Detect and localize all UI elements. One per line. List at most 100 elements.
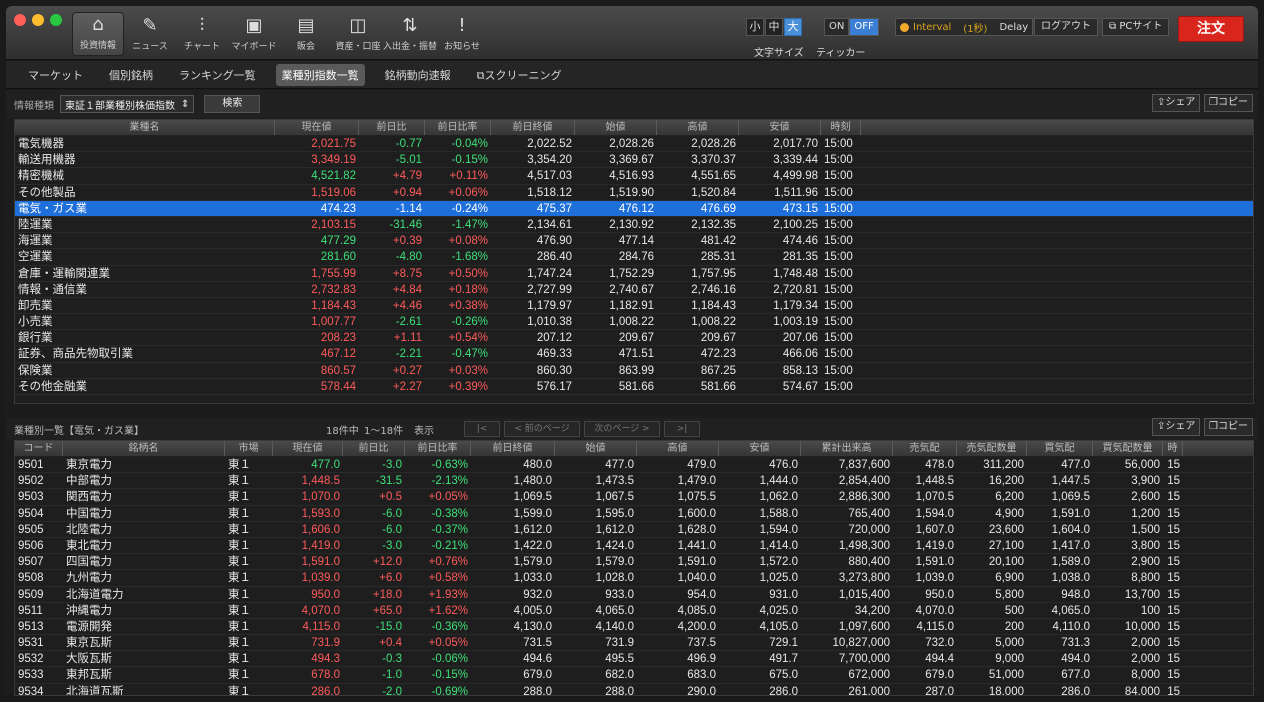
column-header[interactable]: 始値 <box>575 120 657 135</box>
column-header[interactable]: 前日終値 <box>471 441 555 456</box>
column-header[interactable]: 銘柄名 <box>63 441 225 456</box>
delay-label[interactable]: Delay <box>999 22 1028 33</box>
pc-site-button[interactable]: ⧉ PCサイト <box>1102 18 1170 36</box>
nav-assets[interactable]: ◫ 資産・口座 <box>332 12 384 56</box>
value-cell: 476.0 <box>769 459 798 471</box>
table-row[interactable]: 9501 東京電力 東１ 477.0 -3.0 -0.63% 480.0 477.0 479.0… <box>15 457 1253 474</box>
table-row[interactable]: 9534 北海道瓦斯 東１ 286.0 -2.0 -0.69% 288.0 288.0 290.… <box>15 684 1253 696</box>
table-row[interactable]: 倉庫・運輸関連業 1,755.99 +8.75 +0.50% 1,747.24 1,752… <box>15 266 1253 282</box>
table-row[interactable]: 9531 東京瓦斯 東１ 731.9 +0.4 +0.05% 731.5 731.9 737.5… <box>15 635 1253 652</box>
next-page-button[interactable]: 次のページ > <box>584 421 660 437</box>
column-header[interactable]: 前日比 <box>343 441 405 456</box>
logout-button[interactable]: ログアウト <box>1034 18 1098 36</box>
value-cell: 933.0 <box>605 588 634 601</box>
interval-control[interactable]: Interval (1秒) Delay <box>895 18 1034 36</box>
table-row[interactable]: 精密機械 4,521.82 +4.79 +0.11% 4,517.03 4,516.93 4… <box>15 168 1253 185</box>
table-row[interactable]: 証券、商品先物取引業 467.12 -2.21 -0.47% 469.33 471.51 4… <box>15 346 1253 363</box>
nav-myboard[interactable]: ▣ マイボード <box>228 12 280 56</box>
column-header[interactable]: 安値 <box>719 441 801 456</box>
table-row[interactable]: 海運業 477.29 +0.39 +0.08% 476.90 477.14 481.42 47… <box>15 233 1253 250</box>
table-row[interactable]: 9503 関西電力 東１ 1,070.0 +0.5 +0.05% 1,069.5 1,067.… <box>15 489 1253 506</box>
table-row[interactable]: 輸送用機器 3,349.19 -5.01 -0.15% 3,354.20 3,369.67… <box>15 152 1253 169</box>
info-type-select[interactable]: 東証１部業種別株価指数 ⇕ <box>60 95 195 113</box>
column-header[interactable]: 安値 <box>739 120 821 135</box>
table-row[interactable]: 電気・ガス業 474.23 -1.14 -0.24% 475.37 476.12 476.6… <box>15 200 1253 217</box>
nav-notice[interactable]: ! お知らせ <box>436 12 488 56</box>
column-header[interactable]: 前日終値 <box>491 120 575 135</box>
value-cell: 261,000 <box>848 685 890 696</box>
table-row[interactable]: 電気機器 2,021.75 -0.77 -0.04% 2,022.52 2,028.26 2… <box>15 136 1253 153</box>
search-button[interactable]: 検索 <box>204 95 261 113</box>
share-button[interactable]: ⇪シェア <box>1152 94 1201 112</box>
table-row[interactable]: 卸売業 1,184.43 +4.46 +0.38% 1,179.97 1,182.91 1,… <box>15 298 1253 315</box>
ticker-on-button[interactable]: ON <box>824 18 850 36</box>
change: +4.46 <box>392 299 422 312</box>
close-window-button[interactable] <box>14 14 26 26</box>
font-medium-button[interactable]: 中 <box>765 18 783 36</box>
table-row[interactable]: 9532 大阪瓦斯 東１ 494.3 -0.3 -0.06% 494.6 495.5 496.9… <box>15 651 1253 668</box>
column-header[interactable]: 始値 <box>555 441 637 456</box>
column-header[interactable]: 高値 <box>657 120 739 135</box>
tab-sector-index[interactable]: 業種別指数一覧 <box>275 63 365 86</box>
table-row[interactable]: 陸運業 2,103.15 -31.46 -1.47% 2,134.61 2,130.92 2… <box>15 217 1253 234</box>
table-row[interactable]: 9509 北海道電力 東１ 950.0 +18.0 +1.93% 932.0 933.0 954… <box>15 587 1253 603</box>
column-header[interactable]: 市場 <box>225 441 273 456</box>
column-header[interactable]: 買気配数量 <box>1093 441 1163 456</box>
column-header[interactable]: 現在値 <box>275 120 359 135</box>
copy-list-button[interactable]: ❐コピー <box>1204 418 1253 436</box>
minimize-window-button[interactable] <box>32 14 44 26</box>
tab-market[interactable]: マーケット <box>22 64 89 86</box>
column-header[interactable]: 売気配 <box>893 441 957 456</box>
market: 東１ <box>228 539 251 552</box>
column-header[interactable]: コード <box>15 441 63 456</box>
column-header[interactable]: 現在値 <box>273 441 343 456</box>
order-button[interactable]: 注文 <box>1178 16 1244 42</box>
table-row[interactable]: 9507 四国電力 東１ 1,591.0 +12.0 +0.76% 1,579.0 1,579… <box>15 554 1253 571</box>
column-header[interactable]: 時刻 <box>821 120 861 135</box>
table-row[interactable]: 9513 電源開発 東１ 4,115.0 -15.0 -0.36% 4,130.0 4,140… <box>15 619 1253 636</box>
nav-news[interactable]: ✎ ニュース <box>124 12 176 56</box>
nav-home[interactable]: ⌂ 投資情報 <box>72 12 124 56</box>
tab-stock-trend[interactable]: 銘柄動向速報 <box>379 64 457 86</box>
font-large-button[interactable]: 大 <box>784 18 802 36</box>
font-small-button[interactable]: 小 <box>746 18 764 36</box>
table-row[interactable]: 9502 中部電力 東１ 1,448.5 -31.5 -2.13% 1,480.0 1,473… <box>15 473 1253 490</box>
nav-chart[interactable]: ⫶ チャート <box>176 12 228 56</box>
transfer-icon: ⇅ <box>402 15 418 36</box>
tab-individual-stock[interactable]: 個別銘柄 <box>103 64 159 86</box>
nav-transfer[interactable]: ⇅ 入出金・振替 <box>383 12 437 56</box>
table-row[interactable]: 9508 九州電力 東１ 1,039.0 +6.0 +0.58% 1,033.0 1,028.… <box>15 570 1253 587</box>
column-header[interactable]: 前日比 <box>359 120 425 135</box>
table-row[interactable]: その他金融業 578.44 +2.27 +0.39% 576.17 581.66 581.6… <box>15 379 1253 395</box>
last-page-button[interactable]: >| <box>664 421 700 437</box>
table-row[interactable]: 空運業 281.60 -4.80 -1.68% 286.40 284.76 285.31 28… <box>15 249 1253 266</box>
zoom-window-button[interactable] <box>50 14 62 26</box>
table-row[interactable]: 9511 沖縄電力 東１ 4,070.0 +65.0 +1.62% 4,005.0 4,065… <box>15 603 1253 619</box>
table-row[interactable]: 9505 北陸電力 東１ 1,606.0 -6.0 -0.37% 1,612.0 1,612.… <box>15 522 1253 538</box>
column-header[interactable]: 前日比率 <box>425 120 491 135</box>
table-row[interactable]: 情報・通信業 2,732.83 +4.84 +0.18% 2,727.99 2,740.6… <box>15 282 1253 298</box>
table-row[interactable]: その他製品 1,519.06 +0.94 +0.06% 1,518.12 1,519.90… <box>15 185 1253 201</box>
tab-screening[interactable]: ⧉スクリーニング <box>471 64 568 86</box>
column-header[interactable]: 前日比率 <box>405 441 471 456</box>
nav-meeting[interactable]: ▤ 販会 <box>280 12 332 56</box>
current-value: 4,070.0 <box>301 604 340 617</box>
tab-ranking[interactable]: ランキング一覧 <box>173 64 262 86</box>
share-list-button[interactable]: ⇪シェア <box>1152 418 1201 436</box>
copy-button[interactable]: ❐コピー <box>1204 94 1253 112</box>
table-row[interactable]: 保険業 860.57 +0.27 +0.03% 860.30 863.99 867.25 85… <box>15 363 1253 379</box>
table-row[interactable]: 9533 東邦瓦斯 東１ 678.0 -1.0 -0.15% 679.0 682.0 683.0… <box>15 667 1253 684</box>
column-header[interactable]: 累計出来高 <box>801 441 893 456</box>
table-row[interactable]: 9506 東北電力 東１ 1,419.0 -3.0 -0.21% 1,422.0 1,424.… <box>15 538 1253 555</box>
first-page-button[interactable]: |< <box>464 421 500 437</box>
column-header[interactable]: 業種名 <box>15 120 275 135</box>
table-row[interactable]: 9504 中国電力 東１ 1,593.0 -6.0 -0.38% 1,599.0 1,595.… <box>15 506 1253 522</box>
column-header[interactable]: 売気配数量 <box>957 441 1027 456</box>
table-row[interactable]: 小売業 1,007.77 -2.61 -0.26% 1,010.38 1,008.22 1,… <box>15 314 1253 331</box>
column-header[interactable]: 高値 <box>637 441 719 456</box>
column-header[interactable]: 買気配 <box>1027 441 1093 456</box>
prev-page-button[interactable]: < 前のページ <box>504 421 580 437</box>
table-row[interactable]: 銀行業 208.23 +1.11 +0.54% 207.12 209.67 209.67 20… <box>15 330 1253 347</box>
column-header[interactable]: 時 <box>1163 441 1183 456</box>
ticker-off-button[interactable]: OFF <box>849 18 879 36</box>
